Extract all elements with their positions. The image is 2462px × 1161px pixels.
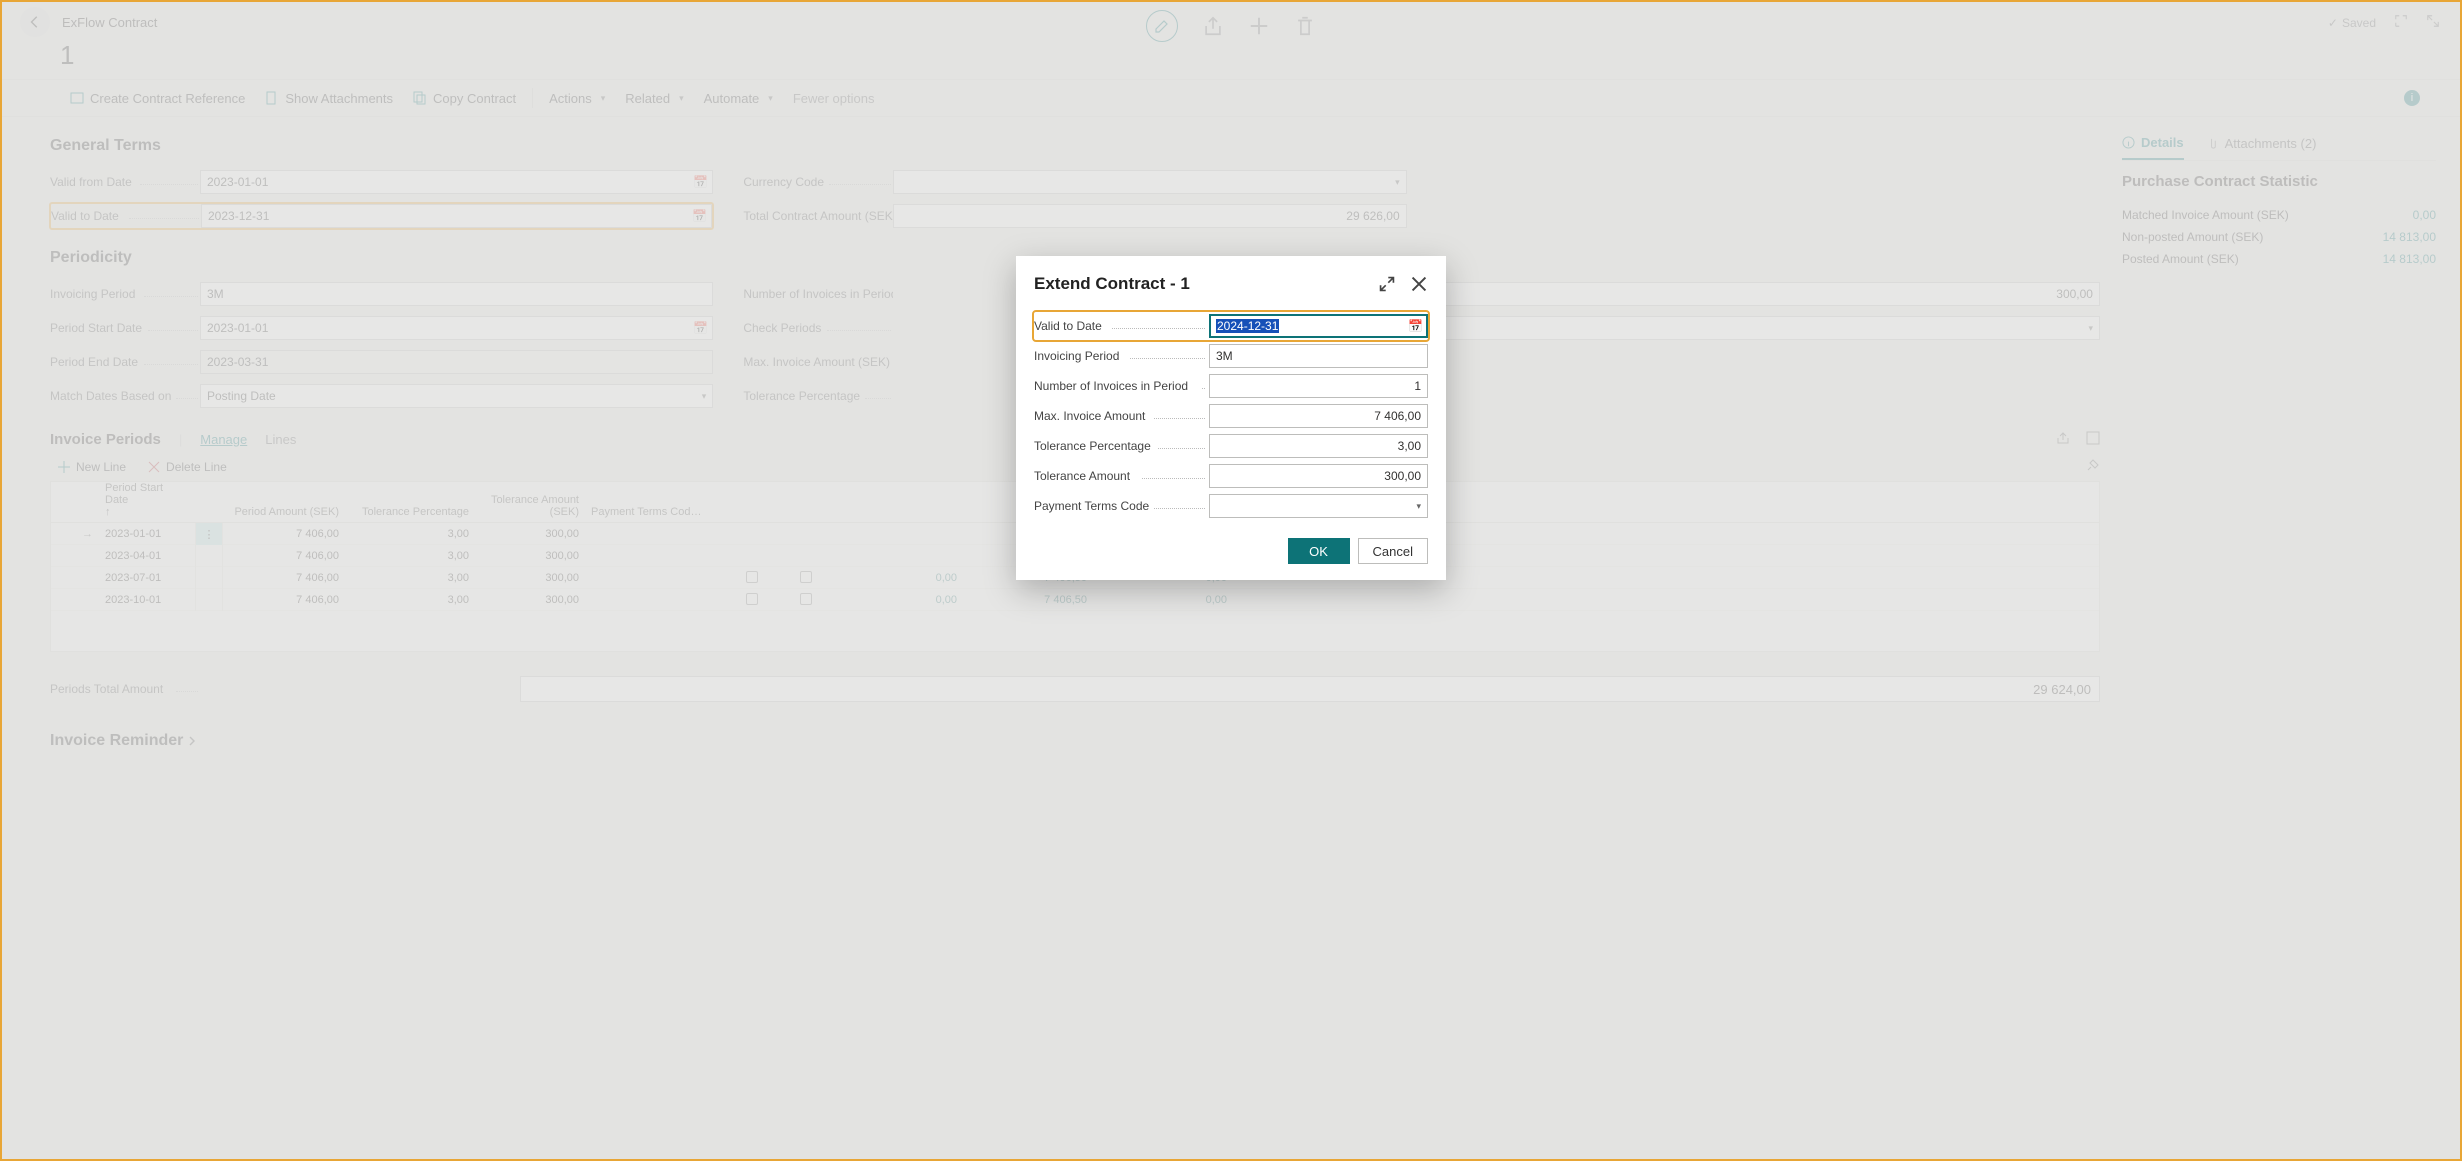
extend-contract-dialog: Extend Contract - 1 Valid to Date 2024-1… xyxy=(1016,256,1446,580)
dlg-tol-pct-label: Tolerance Percentage xyxy=(1034,439,1209,453)
calendar-icon[interactable]: 📅 xyxy=(1408,319,1423,333)
close-dialog-icon[interactable] xyxy=(1410,275,1428,293)
dialog-title: Extend Contract - 1 xyxy=(1034,274,1190,294)
expand-dialog-icon[interactable] xyxy=(1378,275,1396,293)
dlg-payment-terms-label: Payment Terms Code xyxy=(1034,499,1209,513)
dlg-tol-amt-field[interactable]: 300,00 xyxy=(1209,464,1428,488)
dlg-tol-amt-label: Tolerance Amount xyxy=(1034,469,1209,483)
dlg-num-invoices-field[interactable]: 1 xyxy=(1209,374,1428,398)
dlg-max-invoice-label: Max. Invoice Amount xyxy=(1034,409,1209,423)
dlg-payment-terms-field[interactable]: ▾ xyxy=(1209,494,1428,518)
dlg-max-invoice-field[interactable]: 7 406,00 xyxy=(1209,404,1428,428)
ok-button[interactable]: OK xyxy=(1288,538,1350,564)
dlg-invoicing-period-field[interactable]: 3M xyxy=(1209,344,1428,368)
dlg-valid-to-label: Valid to Date xyxy=(1034,319,1209,333)
cancel-button[interactable]: Cancel xyxy=(1358,538,1428,564)
dlg-valid-to-field[interactable]: 2024-12-31📅 xyxy=(1209,314,1428,338)
dlg-num-invoices-label: Number of Invoices in Period xyxy=(1034,379,1209,393)
dlg-invoicing-period-label: Invoicing Period xyxy=(1034,349,1209,363)
dlg-tol-pct-field[interactable]: 3,00 xyxy=(1209,434,1428,458)
